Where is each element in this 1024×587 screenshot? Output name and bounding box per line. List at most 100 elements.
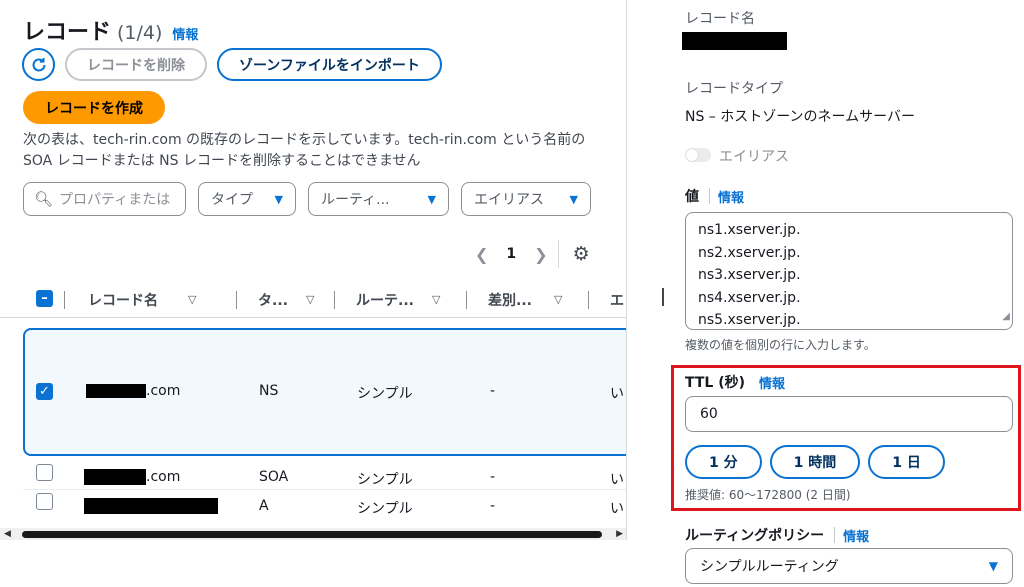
- column-label: 差別...: [488, 292, 532, 309]
- ttl-1-minute-button[interactable]: 1 分: [685, 445, 762, 479]
- column-label: レコード名: [88, 292, 158, 309]
- column-divider: [588, 291, 589, 309]
- column-divider: [64, 291, 65, 309]
- sort-caret-icon: ▽: [188, 293, 197, 306]
- current-page[interactable]: 1: [506, 246, 516, 262]
- create-record-button[interactable]: レコードを作成: [23, 91, 165, 124]
- value-line: ns3.xserver.jp.: [698, 267, 801, 283]
- horizontal-scrollbar[interactable]: ◀ ▶: [0, 528, 626, 540]
- value-label: 値: [685, 189, 699, 205]
- record-type-label: レコードタイプ: [685, 81, 783, 97]
- routing-info-link[interactable]: 情報: [843, 526, 869, 545]
- column-label: ルーテ...: [356, 292, 414, 309]
- refresh-icon: [32, 57, 45, 71]
- routing-policy-label: ルーティングポリシー: [685, 528, 825, 544]
- column-divider: [466, 291, 467, 309]
- sort-caret-icon: ▽: [305, 293, 315, 306]
- value-line: ns1.xserver.jp.: [698, 222, 801, 238]
- type-cell: A: [259, 498, 269, 514]
- ttl-info-link[interactable]: 情報: [759, 373, 785, 392]
- type-filter-select[interactable]: タイプ ▼: [198, 182, 296, 216]
- record-type-value: NS – ホストゾーンのネームサーバー: [685, 109, 915, 125]
- caret-down-icon: ▼: [427, 192, 436, 206]
- redacted-name: [86, 384, 146, 398]
- alias-cell: い: [610, 472, 624, 488]
- value-textarea[interactable]: ns1.xserver.jp. ns2.xserver.jp. ns3.xser…: [685, 212, 1013, 330]
- routing-cell: シンプル: [357, 501, 413, 517]
- type-cell: NS: [259, 383, 279, 399]
- refresh-button[interactable]: [22, 48, 55, 81]
- table-row[interactable]: .com SOA シンプル - い: [0, 464, 626, 488]
- column-label: エ: [610, 292, 624, 309]
- records-description: 次の表は、tech-rin.com の既存のレコードを示しています。tech-r…: [23, 132, 586, 169]
- redacted-name: [84, 498, 218, 514]
- column-header-routing[interactable]: ルーテ... ▽: [356, 290, 440, 310]
- record-name-cell: .com: [86, 383, 180, 399]
- ttl-input[interactable]: 60: [685, 396, 1013, 432]
- column-header-alias[interactable]: エ: [610, 290, 624, 310]
- column-header-record-name[interactable]: レコード名 ▽: [88, 290, 196, 310]
- routing-cell: シンプル: [357, 386, 413, 402]
- record-count: (1/4): [117, 22, 163, 44]
- records-header: レコード (1/4) 情報: [23, 14, 198, 46]
- type-filter-label: タイプ: [211, 192, 253, 208]
- delete-record-button[interactable]: レコードを削除: [65, 48, 207, 81]
- value-field-header: 値 情報: [685, 186, 744, 206]
- resize-grip-icon[interactable]: ◢: [1002, 306, 1010, 329]
- ttl-field-header: TTL (秒) 情報: [685, 372, 785, 392]
- page-title: レコード: [23, 20, 112, 45]
- routing-policy-value: シンプルルーティング: [700, 559, 839, 575]
- prev-page-icon[interactable]: ❮: [475, 245, 488, 264]
- sort-caret-icon: ▽: [431, 293, 441, 306]
- column-header-type[interactable]: タ... ▽: [258, 290, 314, 310]
- row-separator: [23, 489, 626, 490]
- value-hint: 複数の値を個別の行に入力します。: [685, 338, 876, 352]
- scroll-right-icon[interactable]: ▶: [616, 529, 623, 539]
- pager-divider: [557, 240, 559, 268]
- value-line: ns4.xserver.jp.: [698, 289, 801, 306]
- scrollbar-thumb[interactable]: [22, 531, 602, 538]
- column-header-differentiator[interactable]: 差別... ▽: [488, 290, 562, 310]
- ttl-hint: 推奨値: 60～172800 (2 日間): [685, 488, 851, 502]
- records-info-link[interactable]: 情報: [172, 24, 198, 43]
- differentiator-cell: -: [490, 469, 496, 485]
- ttl-1-hour-button[interactable]: 1 時間: [769, 445, 861, 479]
- split-panel-handle[interactable]: [662, 288, 664, 306]
- next-page-icon[interactable]: ❯: [534, 245, 547, 264]
- differentiator-cell: -: [490, 498, 496, 514]
- differentiator-cell: -: [490, 383, 496, 399]
- value-line: ns2.xserver.jp.: [698, 244, 801, 261]
- caret-down-icon: ▼: [274, 192, 283, 206]
- table-row[interactable]: ✓ .com NS シンプル - い: [0, 382, 626, 402]
- sort-caret-icon: ▽: [553, 293, 563, 306]
- value-info-link[interactable]: 情報: [718, 187, 744, 206]
- pagination: ❮ 1 ❯ ⚙: [475, 240, 590, 268]
- import-zone-file-button[interactable]: ゾーンファイルをインポート: [217, 48, 442, 81]
- record-name-label: レコード名: [685, 11, 755, 27]
- table-row[interactable]: A シンプル - い: [0, 493, 626, 517]
- row-checkbox[interactable]: [36, 493, 53, 510]
- label-divider: [834, 527, 836, 543]
- caret-down-icon: ▼: [988, 559, 998, 573]
- ttl-1-day-button[interactable]: 1 日: [868, 445, 945, 479]
- property-search-input[interactable]: 🔍︎ プロパティまたは: [23, 182, 186, 216]
- record-name-cell: .com: [84, 469, 180, 485]
- row-checkbox[interactable]: ✓: [36, 383, 53, 400]
- table-header: – レコード名 ▽ タ... ▽ ルーテ... ▽ 差別... ▽ エ: [0, 282, 626, 318]
- alias-filter-select[interactable]: エイリアス ▼: [461, 182, 591, 216]
- ttl-preset-buttons: 1 分 1 時間 1 日: [685, 445, 953, 479]
- select-all-checkbox[interactable]: –: [36, 290, 53, 307]
- redacted-record-name: [682, 32, 787, 50]
- records-actions: レコードを削除 ゾーンファイルをインポート: [22, 48, 442, 81]
- routing-filter-select[interactable]: ルーティ... ▼: [308, 182, 449, 216]
- record-name-cell: [84, 498, 218, 514]
- scroll-left-icon[interactable]: ◀: [4, 529, 11, 539]
- routing-policy-header: ルーティングポリシー 情報: [685, 525, 869, 545]
- routing-policy-select[interactable]: シンプルルーティング ▼: [685, 548, 1013, 584]
- ttl-label: TTL (秒): [685, 375, 746, 391]
- column-label: タ...: [258, 292, 288, 309]
- alias-toggle[interactable]: [685, 148, 711, 162]
- gear-icon[interactable]: ⚙: [573, 243, 590, 265]
- redacted-name: [84, 469, 146, 485]
- row-checkbox[interactable]: [36, 464, 53, 481]
